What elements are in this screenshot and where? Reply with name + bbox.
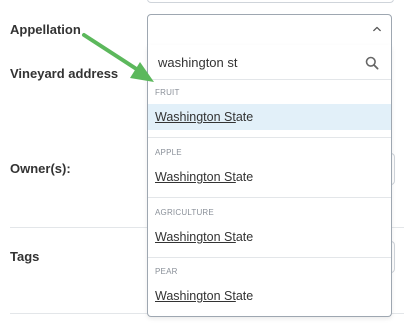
tags-label: Tags: [10, 249, 40, 264]
option-match-text: Washington St: [155, 230, 236, 244]
option-washington-state-apple[interactable]: Washington State: [148, 164, 391, 190]
group-divider: [148, 257, 391, 258]
option-match-text: Washington St: [155, 289, 236, 303]
option-washington-state-agriculture[interactable]: Washington State: [148, 224, 391, 250]
appellation-select[interactable]: [147, 14, 392, 46]
dropdown-search-input[interactable]: [158, 51, 358, 73]
group-header-agriculture: AGRICULTURE: [155, 208, 214, 217]
chevron-up-icon[interactable]: [373, 25, 381, 33]
option-washington-state-fruit[interactable]: Washington State: [148, 104, 391, 130]
group-divider: [148, 197, 391, 198]
vineyard-address-label: Vineyard address: [10, 66, 119, 81]
group-header-pear: PEAR: [155, 267, 178, 276]
appellation-label: Appellation: [10, 22, 81, 37]
option-rest-text: ate: [235, 170, 254, 184]
group-header-apple: APPLE: [155, 148, 182, 157]
option-washington-state-pear[interactable]: Washington State: [148, 283, 391, 309]
search-icon[interactable]: [365, 56, 379, 70]
option-match-text: Washington St: [155, 170, 236, 184]
option-rest-text: ate: [235, 230, 254, 244]
owners-label: Owner(s):: [10, 161, 71, 176]
option-match-text: Washington St: [155, 110, 236, 124]
dropdown-search-row: [148, 45, 391, 80]
group-divider: [148, 137, 391, 138]
option-rest-text: ate: [235, 289, 254, 303]
group-header-fruit: FRUIT: [155, 88, 180, 97]
appellation-dropdown: FRUIT Washington State APPLE Washington …: [147, 45, 392, 317]
option-rest-text: ate: [235, 110, 254, 124]
previous-field-edge: [147, 0, 394, 3]
